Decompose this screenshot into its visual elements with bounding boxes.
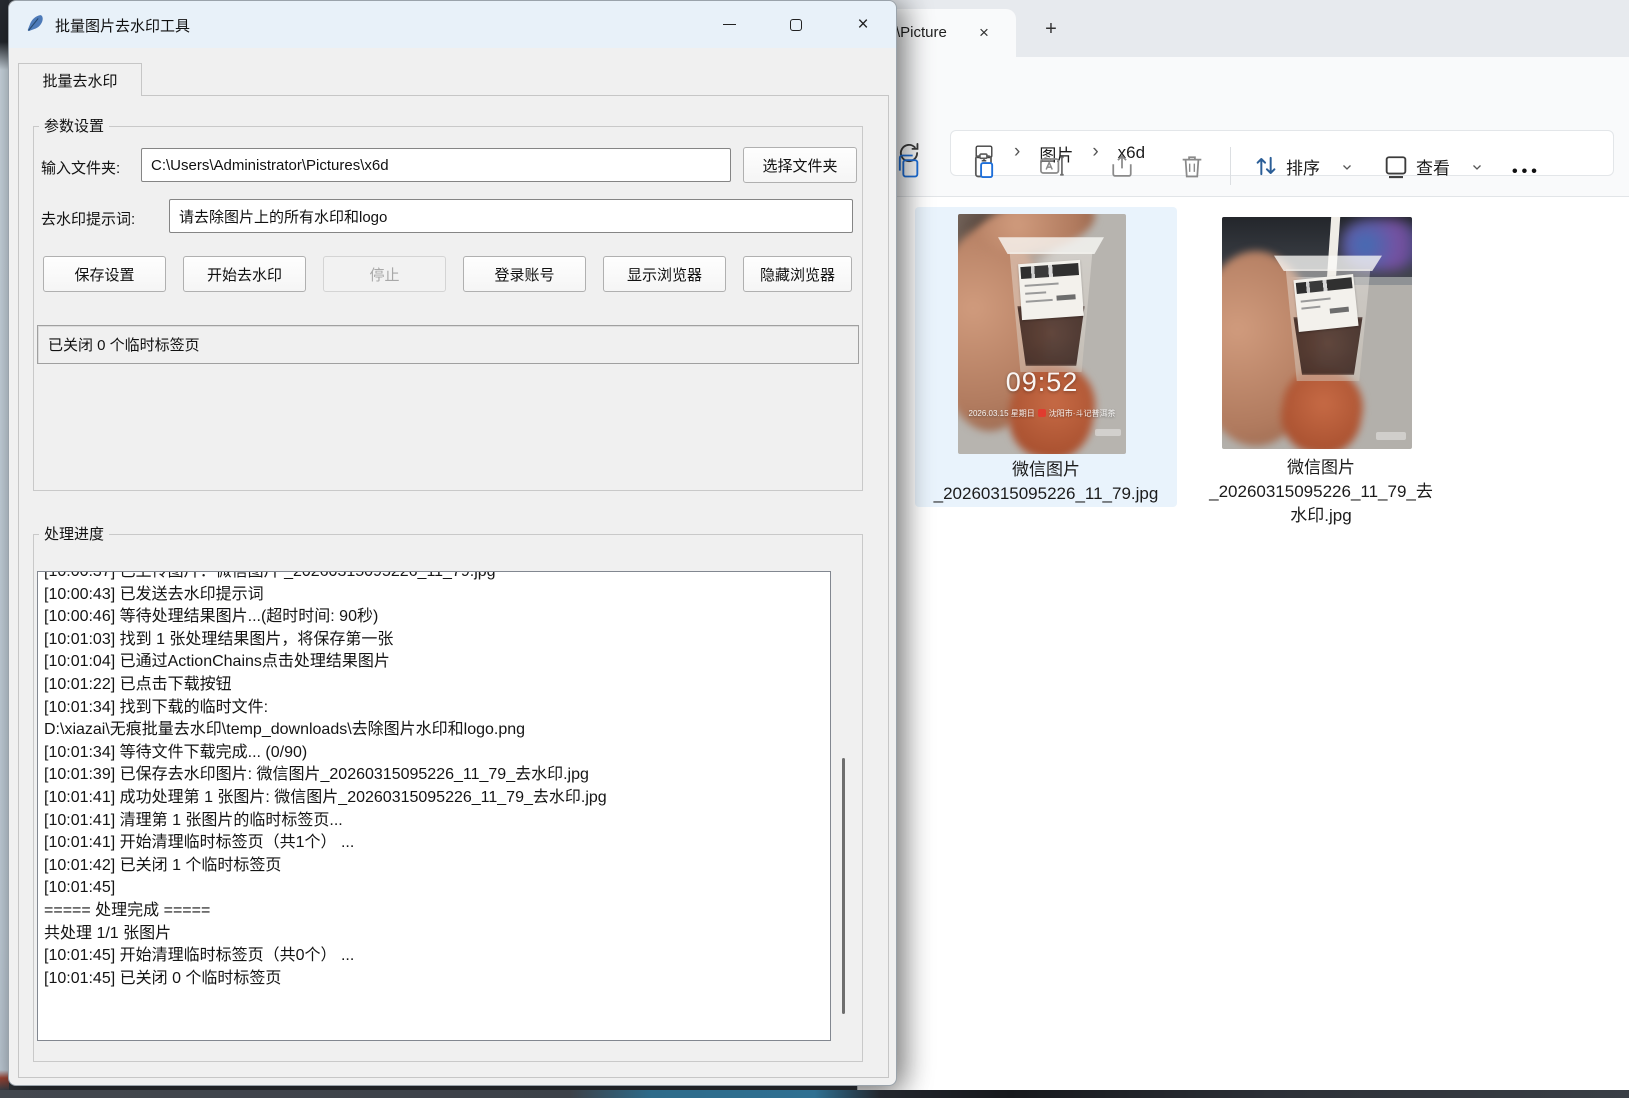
login-button[interactable]: 登录账号: [463, 256, 586, 292]
photo-cup-label: [1018, 260, 1084, 320]
file-name-original[interactable]: 微信图片 _20260315095226_11_79.jpg: [915, 458, 1177, 506]
action-button-row: 保存设置 开始去水印 停止 登录账号 显示浏览器 隐藏浏览器: [43, 256, 852, 292]
watermark-date: 2026.03.15 星期日 沈阳市·斗记普洱茶: [958, 408, 1126, 419]
progress-log-text: [10:00:37] 已上传图片：微信图片 _20260315095226_11…: [44, 571, 824, 990]
watermark-date-left: 2026.03.15 星期日: [969, 409, 1035, 418]
tab-close-icon[interactable]: ×: [972, 21, 996, 45]
photo-label-barcode: [1021, 263, 1079, 278]
desktop: r\Picture × + › 图片 › x6d: [0, 0, 1629, 1098]
params-group-label: 参数设置: [39, 115, 109, 136]
chevron-down-icon: [1470, 160, 1484, 174]
start-button[interactable]: 开始去水印: [183, 256, 306, 292]
prompt-field[interactable]: 请去除图片上的所有水印和logo: [169, 199, 853, 233]
app-title-bar[interactable]: 批量图片去水印工具 ×: [9, 1, 896, 48]
share-icon[interactable]: [1108, 152, 1136, 180]
close-button[interactable]: ×: [840, 1, 886, 48]
file-name-line: _20260315095226_11_79_去: [1190, 480, 1452, 504]
file-name-line: _20260315095226_11_79.jpg: [915, 482, 1177, 506]
photo-background: [1222, 217, 1412, 449]
maximize-button[interactable]: [773, 1, 819, 48]
file-thumbnail-original[interactable]: 09:52 2026.03.15 星期日 沈阳市·斗记普洱茶: [958, 214, 1126, 454]
toolbar-divider: [1230, 147, 1231, 185]
file-name-line: 微信图片: [915, 458, 1177, 482]
file-name-line: 水印.jpg: [1190, 504, 1452, 528]
new-tab-icon[interactable]: +: [1038, 17, 1064, 43]
chevron-down-icon: [1340, 160, 1354, 174]
file-name-processed[interactable]: 微信图片 _20260315095226_11_79_去 水印.jpg: [1190, 456, 1452, 528]
photo-background: 09:52 2026.03.15 星期日 沈阳市·斗记普洱茶: [958, 214, 1126, 454]
delete-icon[interactable]: [1178, 152, 1206, 180]
explorer-command-bar: 排序 查看 •••: [858, 135, 1629, 197]
app-title: 批量图片去水印工具: [55, 15, 190, 36]
photo-label-barcode: [1296, 277, 1352, 293]
photo-label-line: [1025, 291, 1046, 294]
hide-browser-button[interactable]: 隐藏浏览器: [743, 256, 852, 292]
input-folder-field[interactable]: C:\Users\Administrator\Pictures\x6d: [141, 148, 731, 182]
photo-label-line: [1026, 299, 1053, 303]
watermark-badge-icon: [1038, 409, 1046, 417]
copy-icon[interactable]: [894, 152, 922, 180]
view-icon[interactable]: [1382, 152, 1410, 180]
progress-group-label: 处理进度: [39, 523, 109, 544]
watermark-time: 09:52: [958, 367, 1126, 398]
explorer-tab-strip: r\Picture × +: [858, 0, 1629, 57]
more-options-icon[interactable]: •••: [1512, 163, 1558, 181]
log-scrollbar-thumb[interactable]: [842, 758, 845, 1014]
view-button[interactable]: 查看: [1416, 154, 1450, 179]
app-feather-icon: [24, 13, 45, 34]
minimize-button[interactable]: [706, 1, 752, 48]
sort-icon[interactable]: [1252, 152, 1280, 180]
explorer-tab-title: r\Picture: [891, 24, 947, 41]
save-settings-button[interactable]: 保存设置: [43, 256, 166, 292]
photo-label-stamp: [1056, 294, 1075, 300]
tab-batch-remove[interactable]: 批量去水印: [18, 63, 142, 96]
photo-label-stamp: [1330, 307, 1350, 314]
minimize-icon: [723, 24, 736, 25]
photo-corner-logo: [1376, 432, 1406, 440]
input-folder-label: 输入文件夹:: [41, 157, 120, 178]
photo-cup-label: [1293, 274, 1358, 332]
photo-label-line: [1301, 306, 1320, 310]
file-explorer-window: r\Picture × + › 图片 › x6d: [858, 0, 1629, 1092]
photo-label-line: [1300, 297, 1330, 302]
file-name-line: 微信图片: [1190, 456, 1452, 480]
sort-button[interactable]: 排序: [1286, 154, 1320, 179]
stop-button[interactable]: 停止: [323, 256, 446, 292]
file-thumbnail-processed[interactable]: [1222, 217, 1412, 449]
watermark-date-right: 沈阳市·斗记普洱茶: [1049, 409, 1116, 418]
watermark-tool-window: 批量图片去水印工具 × 批量去水印 参数设置 输入文件夹: C:\Users\A…: [8, 0, 897, 1086]
explorer-file-list: 09:52 2026.03.15 星期日 沈阳市·斗记普洱茶 微信图片 _2026…: [858, 197, 1629, 1092]
paste-icon[interactable]: [970, 152, 998, 180]
taskbar-edge: [0, 1090, 1629, 1098]
prompt-label: 去水印提示词:: [41, 208, 135, 229]
progress-log[interactable]: [10:00:37] 已上传图片：微信图片 _20260315095226_11…: [37, 571, 831, 1041]
show-browser-button[interactable]: 显示浏览器: [603, 256, 726, 292]
choose-folder-button[interactable]: 选择文件夹: [743, 147, 857, 183]
photo-corner-watermark: [1095, 429, 1121, 436]
maximize-icon: [790, 19, 802, 31]
rename-icon[interactable]: [1038, 152, 1066, 180]
photo-label-line: [1025, 283, 1059, 287]
status-bar: 已关闭 0 个临时标签页: [37, 325, 859, 364]
